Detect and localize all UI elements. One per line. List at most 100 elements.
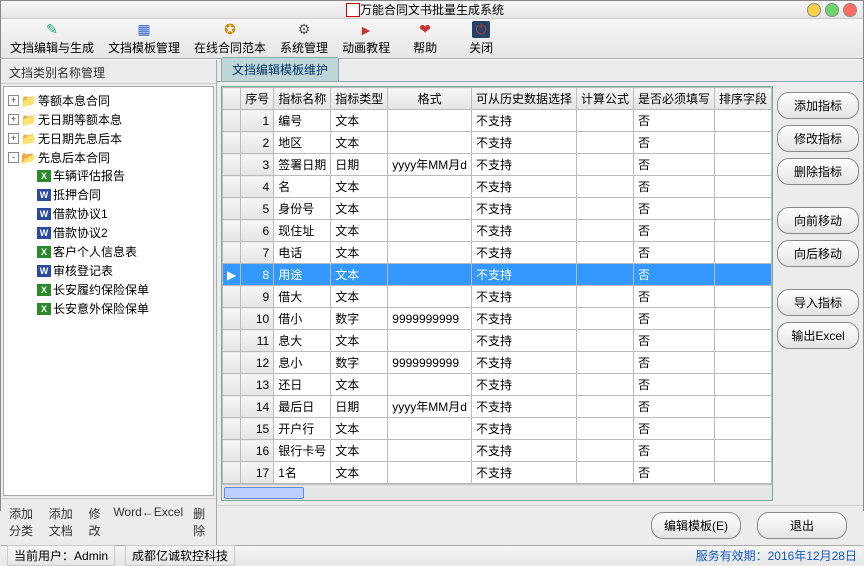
- cell[interactable]: [714, 176, 771, 198]
- cell[interactable]: 5: [241, 198, 274, 220]
- cell[interactable]: 9999999999: [388, 308, 472, 330]
- close-button[interactable]: [843, 3, 857, 17]
- cell[interactable]: 编号: [274, 110, 331, 132]
- left-action[interactable]: Word←Excel: [113, 505, 183, 539]
- cell[interactable]: 身份号: [274, 198, 331, 220]
- cell[interactable]: 否: [633, 198, 714, 220]
- col-header[interactable]: 可从历史数据选择: [471, 88, 576, 110]
- cell[interactable]: [576, 286, 633, 308]
- tb-tutorial[interactable]: ►动画教程: [335, 19, 397, 58]
- cell[interactable]: [714, 440, 771, 462]
- cell[interactable]: [388, 286, 472, 308]
- cell[interactable]: 10: [241, 308, 274, 330]
- table-row[interactable]: 14最后日日期yyyy年MM月d不支持否: [222, 396, 771, 418]
- grid-scroll[interactable]: 序号指标名称指标类型格式可从历史数据选择计算公式是否必须填写排序字段1编号文本不…: [222, 87, 772, 484]
- cell[interactable]: [576, 462, 633, 484]
- cell[interactable]: [714, 418, 771, 440]
- cell[interactable]: 9: [241, 286, 274, 308]
- cell[interactable]: 电话: [274, 242, 331, 264]
- cell[interactable]: 息小: [274, 352, 331, 374]
- cell[interactable]: [714, 352, 771, 374]
- cell[interactable]: 8: [241, 264, 274, 286]
- cell[interactable]: 11: [241, 330, 274, 352]
- cell[interactable]: [714, 154, 771, 176]
- tb-edit[interactable]: ✎文挡编辑与生成: [3, 19, 101, 58]
- side-button[interactable]: 删除指标: [777, 158, 859, 185]
- col-header[interactable]: 序号: [241, 88, 274, 110]
- indicator-grid[interactable]: 序号指标名称指标类型格式可从历史数据选择计算公式是否必须填写排序字段1编号文本不…: [222, 87, 772, 484]
- table-row[interactable]: 4名文本不支持否: [222, 176, 771, 198]
- table-row[interactable]: 12息小数字9999999999不支持否: [222, 352, 771, 374]
- cell[interactable]: 否: [633, 242, 714, 264]
- cell[interactable]: [576, 242, 633, 264]
- cell[interactable]: 14: [241, 396, 274, 418]
- cell[interactable]: [714, 220, 771, 242]
- cell[interactable]: 用途: [274, 264, 331, 286]
- table-row[interactable]: 10借小数字9999999999不支持否: [222, 308, 771, 330]
- side-button[interactable]: 添加指标: [777, 92, 859, 119]
- cell[interactable]: 开户行: [274, 418, 331, 440]
- cell[interactable]: yyyy年MM月d: [388, 154, 472, 176]
- cell[interactable]: 3: [241, 154, 274, 176]
- cell[interactable]: 否: [633, 286, 714, 308]
- cell[interactable]: 否: [633, 110, 714, 132]
- cell[interactable]: 16: [241, 440, 274, 462]
- cell[interactable]: 银行卡号: [274, 440, 331, 462]
- cell[interactable]: 日期: [331, 154, 388, 176]
- cell[interactable]: 文本: [331, 220, 388, 242]
- cell[interactable]: 名: [274, 176, 331, 198]
- table-row[interactable]: 6现住址文本不支持否: [222, 220, 771, 242]
- table-row[interactable]: 7电话文本不支持否: [222, 242, 771, 264]
- cell[interactable]: 借大: [274, 286, 331, 308]
- cell[interactable]: 1名: [274, 462, 331, 484]
- cell[interactable]: 否: [633, 176, 714, 198]
- edit-template-button[interactable]: 编辑模板(E): [651, 512, 741, 539]
- cell[interactable]: 借小: [274, 308, 331, 330]
- cell[interactable]: 文本: [331, 132, 388, 154]
- cell[interactable]: 7: [241, 242, 274, 264]
- minimize-button[interactable]: [807, 3, 821, 17]
- tree-leaf[interactable]: W审核登记表: [24, 262, 211, 279]
- cell[interactable]: 文本: [331, 330, 388, 352]
- table-row[interactable]: 3签署日期日期yyyy年MM月d不支持否: [222, 154, 771, 176]
- cell[interactable]: [576, 308, 633, 330]
- cell[interactable]: 文本: [331, 242, 388, 264]
- cell[interactable]: 12: [241, 352, 274, 374]
- cell[interactable]: [714, 110, 771, 132]
- table-row[interactable]: 9借大文本 不支持 否: [222, 286, 771, 308]
- table-row[interactable]: 171名文本不支持否: [222, 462, 771, 484]
- cell[interactable]: [388, 176, 472, 198]
- cell[interactable]: 否: [633, 308, 714, 330]
- cell[interactable]: 1: [241, 110, 274, 132]
- cell[interactable]: [576, 374, 633, 396]
- cell[interactable]: 文本: [331, 418, 388, 440]
- cell[interactable]: [576, 264, 633, 286]
- cell[interactable]: [714, 462, 771, 484]
- tab-template-edit[interactable]: 文挡编辑模板维护: [221, 57, 339, 81]
- table-row[interactable]: 11息大文本不支持否: [222, 330, 771, 352]
- tb-system[interactable]: ⚙系统管理: [273, 19, 335, 58]
- cell[interactable]: 文本: [331, 198, 388, 220]
- tree-leaf[interactable]: W借款协议1: [24, 205, 211, 222]
- tree-node[interactable]: -📂先息后本合同: [8, 149, 211, 166]
- cell[interactable]: [714, 286, 771, 308]
- tb-online[interactable]: ✪在线合同范本: [187, 19, 273, 58]
- cell[interactable]: 签署日期: [274, 154, 331, 176]
- cell[interactable]: 不支持: [471, 132, 576, 154]
- cell[interactable]: [388, 264, 472, 286]
- cell[interactable]: 不支持: [471, 330, 576, 352]
- tree-leaf[interactable]: X长安履约保险保单: [24, 281, 211, 298]
- scrollbar-thumb[interactable]: [224, 487, 304, 499]
- cell[interactable]: [576, 396, 633, 418]
- cell[interactable]: 否: [633, 462, 714, 484]
- cell[interactable]: 不支持: [471, 396, 576, 418]
- maximize-button[interactable]: [825, 3, 839, 17]
- cell[interactable]: 不支持: [471, 308, 576, 330]
- cell[interactable]: 否: [633, 352, 714, 374]
- cell[interactable]: [714, 374, 771, 396]
- cell[interactable]: 文本: [331, 286, 388, 308]
- left-action[interactable]: 删除: [193, 505, 208, 539]
- cell[interactable]: 不支持: [471, 286, 576, 308]
- tree-leaf[interactable]: W借款协议2: [24, 224, 211, 241]
- cell[interactable]: 13: [241, 374, 274, 396]
